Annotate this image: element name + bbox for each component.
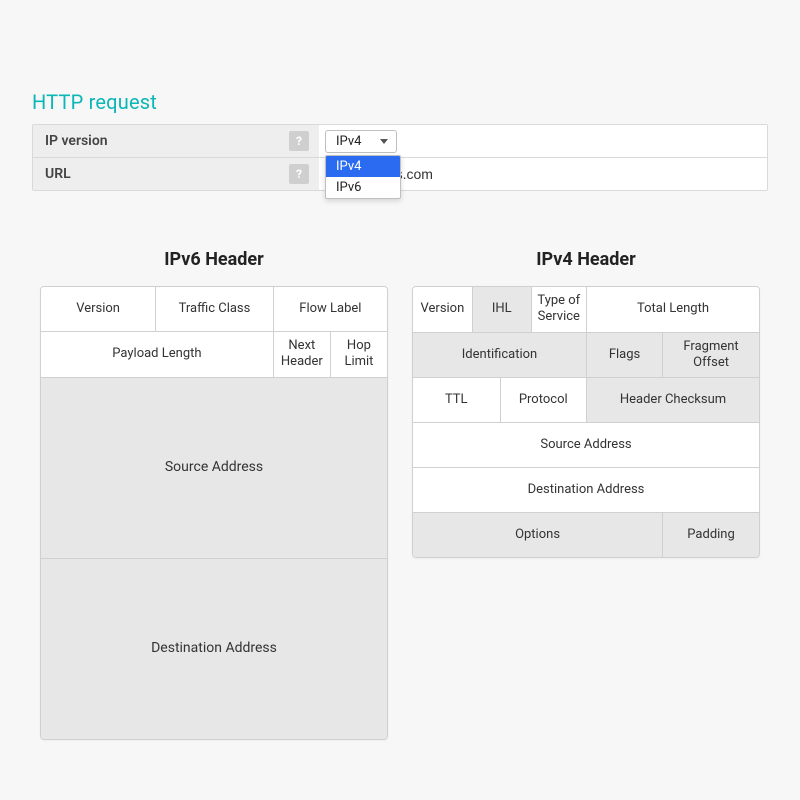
- ip-version-row: IP version ? IPv4 IPv4 IPv6: [33, 125, 767, 158]
- chevron-down-icon: [380, 139, 388, 144]
- ipv4-source-address: Source Address: [413, 423, 759, 467]
- ip-version-select[interactable]: IPv4: [325, 130, 397, 153]
- ipv6-next-header: Next Header: [273, 332, 330, 377]
- ipv4-tos: Type of Service: [531, 287, 586, 332]
- ipv6-title: IPv6 Header: [40, 249, 388, 270]
- ipv6-version: Version: [41, 287, 155, 331]
- ipv4-diagram: IPv4 Header Version IHL Type of Service …: [412, 249, 760, 740]
- ipv4-version: Version: [413, 287, 472, 332]
- ipv6-payload-length: Payload Length: [41, 332, 273, 377]
- ipv4-flags: Flags: [586, 333, 662, 378]
- http-request-form: IP version ? IPv4 IPv4 IPv6 URL ?: [32, 124, 768, 191]
- ipv6-table: Version Traffic Class Flow Label Payload…: [40, 286, 388, 740]
- ipv4-identification: Identification: [413, 333, 586, 378]
- ipv4-protocol: Protocol: [500, 378, 587, 422]
- ipv6-flow-label: Flow Label: [273, 287, 387, 331]
- ipv6-destination-address: Destination Address: [41, 559, 387, 739]
- ipv4-fragment-offset: Fragment Offset: [662, 333, 759, 378]
- ip-version-control: IPv4 IPv4 IPv6: [319, 125, 767, 157]
- ip-version-dropdown: IPv4 IPv6: [325, 155, 401, 199]
- ip-version-option-ipv4[interactable]: IPv4: [326, 156, 400, 177]
- ip-version-selected: IPv4: [336, 134, 361, 149]
- ipv4-options: Options: [413, 513, 662, 557]
- ipv4-table: Version IHL Type of Service Total Length…: [412, 286, 760, 558]
- section-title: HTTP request: [32, 90, 768, 114]
- ip-version-label: IP version: [33, 125, 289, 157]
- ipv4-ttl: TTL: [413, 378, 500, 422]
- ipv6-hop-limit: Hop Limit: [330, 332, 387, 377]
- url-help-icon[interactable]: ?: [289, 164, 309, 184]
- ipv4-title: IPv4 Header: [412, 249, 760, 270]
- ipv4-destination-address: Destination Address: [413, 468, 759, 512]
- ipv4-ihl: IHL: [472, 287, 531, 332]
- ip-version-option-ipv6[interactable]: IPv6: [326, 177, 400, 198]
- ipv6-diagram: IPv6 Header Version Traffic Class Flow L…: [40, 249, 388, 740]
- ipv6-traffic-class: Traffic Class: [155, 287, 273, 331]
- header-diagrams: IPv6 Header Version Traffic Class Flow L…: [32, 249, 768, 740]
- ipv4-header-checksum: Header Checksum: [586, 378, 759, 422]
- ipv4-total-length: Total Length: [586, 287, 759, 332]
- ip-version-help-icon[interactable]: ?: [289, 131, 309, 151]
- ipv6-source-address: Source Address: [41, 378, 387, 558]
- url-label: URL: [33, 158, 289, 190]
- ipv4-padding: Padding: [662, 513, 759, 557]
